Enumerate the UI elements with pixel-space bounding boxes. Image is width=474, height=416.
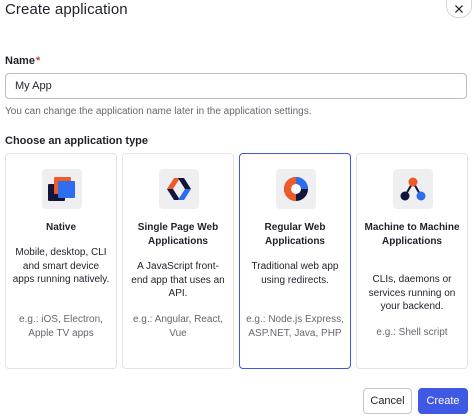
application-name-input[interactable] <box>5 73 467 99</box>
card-examples: e.g.: Node.js Express, ASP.NET, Java, PH… <box>246 314 344 339</box>
app-type-card-native[interactable]: Native Mobile, desktop, CLI and smart de… <box>5 153 117 369</box>
app-type-card-machine-to-machine[interactable]: Machine to Machine Applications CLIs, da… <box>356 153 468 369</box>
card-examples: e.g.: Shell script <box>376 327 448 338</box>
native-app-icon-box <box>42 169 82 209</box>
spa-icon-box <box>159 169 199 209</box>
card-description: Traditional web app using redirects. <box>251 261 339 286</box>
cancel-button[interactable]: Cancel <box>363 388 412 414</box>
native-app-icon <box>48 177 75 201</box>
create-button[interactable]: Create <box>418 388 468 414</box>
card-description: CLIs, daemons or services running on you… <box>368 274 456 312</box>
card-title: Regular Web Applications <box>264 222 326 247</box>
spa-icon <box>167 178 191 200</box>
regular-web-app-icon <box>284 177 308 201</box>
close-icon <box>455 4 463 13</box>
required-mark: * <box>35 55 41 67</box>
name-field-hint: You can change the application name late… <box>5 106 312 117</box>
card-description: A JavaScript front-end app that uses an … <box>131 261 225 299</box>
name-field-label: Name* <box>5 55 41 67</box>
card-examples: e.g.: Angular, React, Vue <box>132 314 224 339</box>
app-type-card-regular-web[interactable]: Regular Web Applications Traditional web… <box>239 153 351 369</box>
machine-to-machine-icon-box <box>393 169 433 209</box>
card-title: Native <box>45 222 76 233</box>
card-description: Mobile, desktop, CLI and smart device ap… <box>12 247 110 285</box>
machine-to-machine-icon <box>400 177 426 201</box>
regular-web-app-icon-box <box>276 169 316 209</box>
card-title: Machine to Machine Applications <box>364 222 460 247</box>
close-button[interactable] <box>446 0 472 18</box>
application-type-label: Choose an application type <box>5 135 149 147</box>
app-type-card-spa[interactable]: Single Page Web Applications A JavaScrip… <box>122 153 234 369</box>
card-title: Single Page Web Applications <box>137 222 219 247</box>
dialog-title: Create application <box>5 1 128 18</box>
card-examples: e.g.: iOS, Electron, Apple TV apps <box>19 314 103 339</box>
